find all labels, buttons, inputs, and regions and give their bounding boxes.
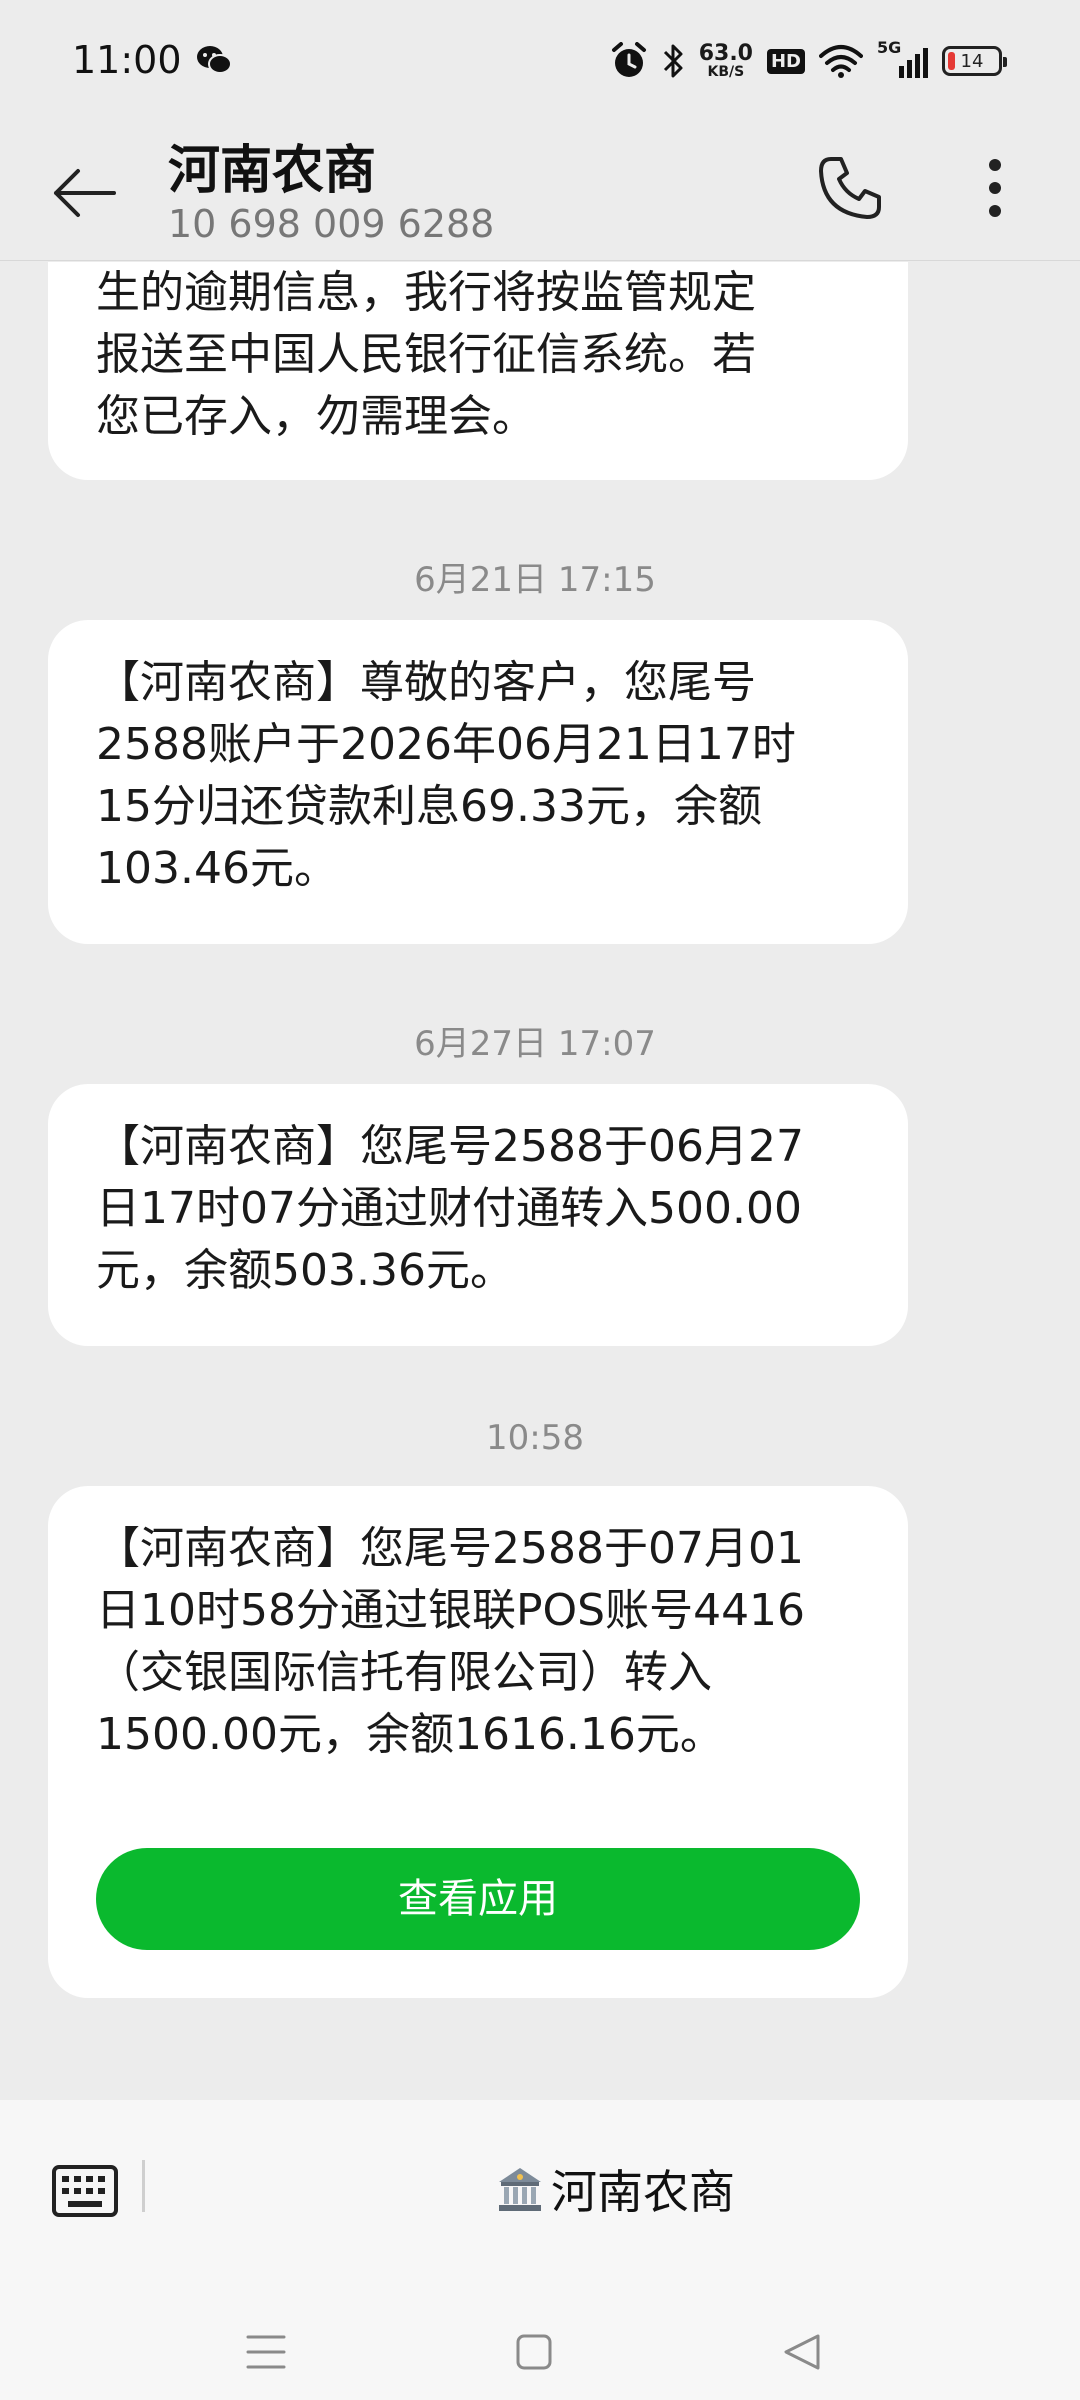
message-line: 【河南农商】尊敬的客户，您尾号 [96,657,756,708]
system-navigation-bar [0,2300,1080,2400]
wechat-icon [197,46,232,74]
more-vertical-icon [989,159,1001,217]
signal-icon: 5G [877,38,928,78]
network-speed: 63.0 KB/S [698,41,753,80]
message-line: 报送至中国人民银行征信系统。若 [96,329,756,380]
message-line: （交银国际信托有限公司）转入 [96,1647,712,1698]
message-line: 【河南农商】您尾号2588于07月01 [96,1523,804,1574]
back-button[interactable] [44,158,124,228]
service-menu-button[interactable]: 河南农商 [495,2154,735,2224]
message-timestamp: 6月27日 17:07 [414,1024,656,1064]
contact-name: 河南农商 [168,141,377,201]
nav-back-icon [784,2334,820,2370]
alarm-icon [611,42,646,77]
phone-icon [819,157,881,219]
status-time: 11:00 [72,38,182,82]
conversation-header: 河南农商 10 698 009 6288 [0,120,1080,261]
nav-menu-icon [246,2335,286,2369]
battery-icon: 14 [942,46,1007,76]
message-line: 日17时07分通过财付通转入500.00 [96,1183,802,1234]
status-icons: 63.0 KB/S HD 5G 14 [611,36,1007,86]
signal-label: 5G [877,38,902,57]
network-speed-unit: KB/S [707,64,745,80]
keyboard-icon [52,2165,118,2217]
hd-badge: HD [766,48,805,74]
view-app-button[interactable]: 查看应用 [96,1848,860,1950]
message-line: 2588账户于2026年06月21日17时 [96,719,796,770]
back-arrow-icon [54,169,116,217]
nav-menu-button[interactable] [236,2322,296,2382]
bluetooth-icon [663,44,683,78]
nav-back-button[interactable] [772,2322,832,2382]
message-bubble[interactable]: 【河南农商】尊敬的客户，您尾号 2588账户于2026年06月21日17时 15… [48,620,908,944]
message-timestamp: 6月21日 17:15 [414,560,656,600]
message-line: 日10时58分通过银联POS账号4416 [96,1585,806,1636]
nav-home-button[interactable] [504,2322,564,2382]
message-line: 103.46元。 [96,843,338,894]
message-line: 1500.00元，余额1616.16元。 [96,1709,724,1760]
battery-fill [948,52,955,70]
nav-home-icon [516,2334,552,2370]
message-line: 15分归还贷款利息69.33元，余额 [96,781,762,832]
wifi-icon [819,45,863,78]
more-options-button[interactable] [960,148,1030,228]
contact-phone-number: 10 698 009 6288 [168,202,495,246]
status-bar: 11:00 63.0 KB/S HD 5G 14 [0,0,1080,120]
message-line: 【河南农商】您尾号2588于06月27 [96,1121,804,1172]
message-bubble[interactable]: 生的逾期信息，我行将按监管规定 报送至中国人民银行征信系统。若 您已存入，勿需理… [48,262,908,480]
message-line: 元，余额503.36元。 [96,1245,514,1296]
bank-icon [499,2168,541,2211]
message-bubble[interactable]: 【河南农商】您尾号2588于06月27 日17时07分通过财付通转入500.00… [48,1084,908,1346]
bottom-bar-divider [142,2160,145,2212]
message-bubble[interactable]: 【河南农商】您尾号2588于07月01 日10时58分通过银联POS账号4416… [48,1486,908,1998]
bottom-bar: 河南农商 [0,2100,1080,2400]
message-timestamp: 10:58 [486,1418,584,1458]
battery-level: 14 [960,50,984,72]
message-line: 您已存入，勿需理会。 [96,391,536,442]
keyboard-toggle-button[interactable] [50,2156,120,2226]
call-button[interactable] [810,148,890,228]
service-menu-label: 河南农商 [551,2165,735,2219]
network-speed-value: 63.0 [698,41,753,66]
message-line: 生的逾期信息，我行将按监管规定 [96,267,756,318]
